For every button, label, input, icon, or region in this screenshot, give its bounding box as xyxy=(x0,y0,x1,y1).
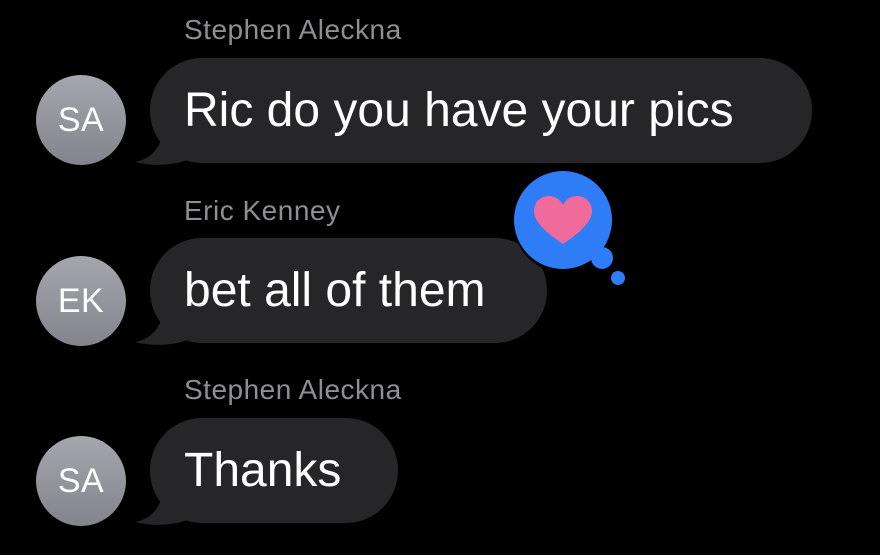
heart-tapback[interactable] xyxy=(508,170,640,292)
message-bubble[interactable]: bet all of them xyxy=(150,238,547,343)
avatar[interactable]: SA xyxy=(36,75,126,165)
avatar[interactable]: EK xyxy=(36,256,126,346)
message-bubble[interactable]: Ric do you have your pics xyxy=(150,58,812,163)
avatar[interactable]: SA xyxy=(36,436,126,526)
sender-name: Eric Kenney xyxy=(184,195,341,226)
message-bubble[interactable]: Thanks xyxy=(150,418,398,523)
message-text: Thanks xyxy=(184,444,342,497)
sender-name: Stephen Aleckna xyxy=(184,14,402,45)
message-text: Ric do you have your pics xyxy=(184,84,734,137)
sender-name: Stephen Aleckna xyxy=(184,374,402,405)
message-text: bet all of them xyxy=(184,264,486,317)
